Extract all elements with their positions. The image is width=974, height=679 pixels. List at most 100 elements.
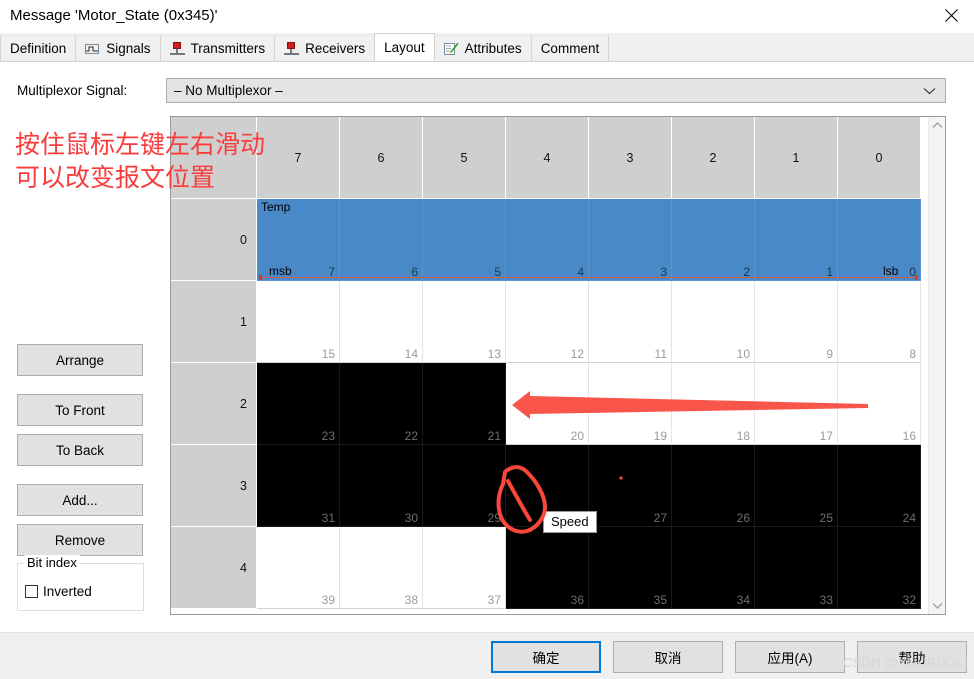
bit-index-label: 13 <box>487 347 501 361</box>
grid-bit-cell[interactable]: 3 <box>589 199 672 281</box>
bit-index-label: 38 <box>404 593 418 607</box>
grid-bit-cell[interactable]: 16 <box>838 363 921 445</box>
multiplexor-selected-value: – No Multiplexor – <box>174 83 283 98</box>
bit-index-label: 5 <box>494 265 501 279</box>
bit-index-label: 27 <box>653 511 667 525</box>
tab-comment[interactable]: Comment <box>530 35 610 61</box>
bit-index-label: 21 <box>487 429 501 443</box>
grid-header-bit: 6 <box>340 117 423 199</box>
bit-index-label: 19 <box>653 429 667 443</box>
bit-index-label: 3 <box>660 265 667 279</box>
grid-bit-cell[interactable]: 13 <box>423 281 506 363</box>
grid-bit-cell[interactable]: 20 <box>506 363 589 445</box>
remove-button[interactable]: Remove <box>17 524 143 556</box>
grid-bit-cell[interactable]: 23 <box>257 363 340 445</box>
add-button[interactable]: Add... <box>17 484 143 516</box>
grid-bit-cell[interactable]: 11 <box>589 281 672 363</box>
dialog-footer: 确定 取消 应用(A) 帮助 <box>0 632 974 679</box>
bit-index-label: 8 <box>909 347 916 361</box>
bit-index-label: 34 <box>736 593 750 607</box>
grid-bit-cell[interactable]: 36 <box>506 527 589 609</box>
bit-index-label: 26 <box>736 511 750 525</box>
grid-bit-cell[interactable]: 18 <box>672 363 755 445</box>
grid-bit-cell[interactable]: 29 <box>423 445 506 527</box>
grid-bit-cell[interactable]: 27 <box>589 445 672 527</box>
tab-label: Transmitters <box>190 41 266 56</box>
grid-bit-cell[interactable]: 38 <box>340 527 423 609</box>
bit-index-label: 33 <box>819 593 833 607</box>
grid-bit-cell[interactable]: 37 <box>423 527 506 609</box>
grid-bit-cell[interactable]: 6 <box>340 199 423 281</box>
grid-bit-cell[interactable]: 34 <box>672 527 755 609</box>
bit-index-label: 4 <box>577 265 584 279</box>
grid-bit-cell[interactable]: 35 <box>589 527 672 609</box>
grid-vertical-scrollbar[interactable] <box>928 117 945 614</box>
chevron-down-icon[interactable] <box>929 597 945 614</box>
tab-layout[interactable]: Layout <box>374 33 435 61</box>
grid-corner-cell <box>171 117 257 199</box>
bit-index-label: 9 <box>826 347 833 361</box>
cancel-button[interactable]: 取消 <box>613 641 723 673</box>
grid-bit-cell[interactable]: 24 <box>838 445 921 527</box>
grid-bit-cell[interactable]: 39 <box>257 527 340 609</box>
grid-bit-cell[interactable]: 22 <box>340 363 423 445</box>
grid-row-label: 2 <box>171 363 257 445</box>
to-front-button[interactable]: To Front <box>17 394 143 426</box>
grid-bit-cell[interactable]: 14 <box>340 281 423 363</box>
close-icon[interactable] <box>928 0 974 31</box>
tab-attributes[interactable]: Attributes <box>433 35 532 61</box>
tab-label: Attributes <box>464 41 522 56</box>
bit-index-label: 14 <box>404 347 418 361</box>
side-button-panel: Arrange To Front To Back Add... Remove B… <box>0 0 170 679</box>
arrange-button[interactable]: Arrange <box>17 344 143 376</box>
grid-bit-cell[interactable]: 0 <box>838 199 921 281</box>
grid-bit-cell[interactable]: 26 <box>672 445 755 527</box>
tab-receivers[interactable]: Receivers <box>274 35 376 61</box>
grid-bit-cell[interactable]: 12 <box>506 281 589 363</box>
grid-bit-cell[interactable]: 7 Temp <box>257 199 340 281</box>
bit-layout-grid[interactable]: 7 6 5 4 3 2 1 0 0 7 Temp 6 5 4 3 2 1 0 msb lsb 1 15 14 13 12 11 10… <box>170 116 946 615</box>
grid-bit-cell[interactable]: 8 <box>838 281 921 363</box>
grid-bit-cell[interactable]: 33 <box>755 527 838 609</box>
grid-bit-cell[interactable]: 15 <box>257 281 340 363</box>
close-glyph <box>944 9 958 22</box>
grid-bit-cell[interactable]: 25 <box>755 445 838 527</box>
grid-header-bit: 0 <box>838 117 921 199</box>
grid-bit-cell[interactable]: 30 <box>340 445 423 527</box>
tab-transmitters[interactable]: Transmitters <box>159 35 276 61</box>
tab-label: Receivers <box>305 41 366 56</box>
grid-bit-cell[interactable]: 31 <box>257 445 340 527</box>
signal-endpoint-marker <box>915 275 918 280</box>
grid-bit-cell[interactable]: 10 <box>672 281 755 363</box>
grid-bit-cell[interactable]: 9 <box>755 281 838 363</box>
bit-index-label: 37 <box>487 593 501 607</box>
tab-label: Comment <box>540 41 600 56</box>
inverted-checkbox-row[interactable]: Inverted <box>25 584 92 599</box>
bit-index-label: 35 <box>653 593 667 607</box>
grid-bit-cell[interactable]: 2 <box>672 199 755 281</box>
grid-bit-cell[interactable]: 1 <box>755 199 838 281</box>
multiplexor-signal-select[interactable]: – No Multiplexor – <box>166 78 946 103</box>
bit-index-label: 15 <box>321 347 335 361</box>
grid-bit-cell[interactable]: 4 <box>506 199 589 281</box>
bit-index-label: 7 <box>328 265 335 279</box>
grid-bit-cell[interactable]: 5 <box>423 199 506 281</box>
grid-row-label: 1 <box>171 281 257 363</box>
grid-bit-cell[interactable]: 17 <box>755 363 838 445</box>
bit-index-label: 22 <box>404 429 418 443</box>
bit-index-label: 29 <box>487 511 501 525</box>
grid-bit-cell[interactable]: 32 <box>838 527 921 609</box>
to-back-button[interactable]: To Back <box>17 434 143 466</box>
grid-bit-cell[interactable]: 21 <box>423 363 506 445</box>
ok-button[interactable]: 确定 <box>491 641 601 673</box>
help-button[interactable]: 帮助 <box>857 641 967 673</box>
grid-bit-cell[interactable]: 19 <box>589 363 672 445</box>
chevron-up-icon[interactable] <box>929 117 945 134</box>
apply-button[interactable]: 应用(A) <box>735 641 845 673</box>
inverted-label: Inverted <box>43 584 92 599</box>
bit-index-label: 16 <box>902 429 916 443</box>
grid-root: 7 6 5 4 3 2 1 0 0 7 Temp 6 5 4 3 2 1 0 msb lsb 1 15 14 13 12 11 10… <box>171 117 921 614</box>
bit-index-label: 32 <box>902 593 916 607</box>
inverted-checkbox[interactable] <box>25 585 38 598</box>
signal-endpoint-marker <box>259 275 262 280</box>
